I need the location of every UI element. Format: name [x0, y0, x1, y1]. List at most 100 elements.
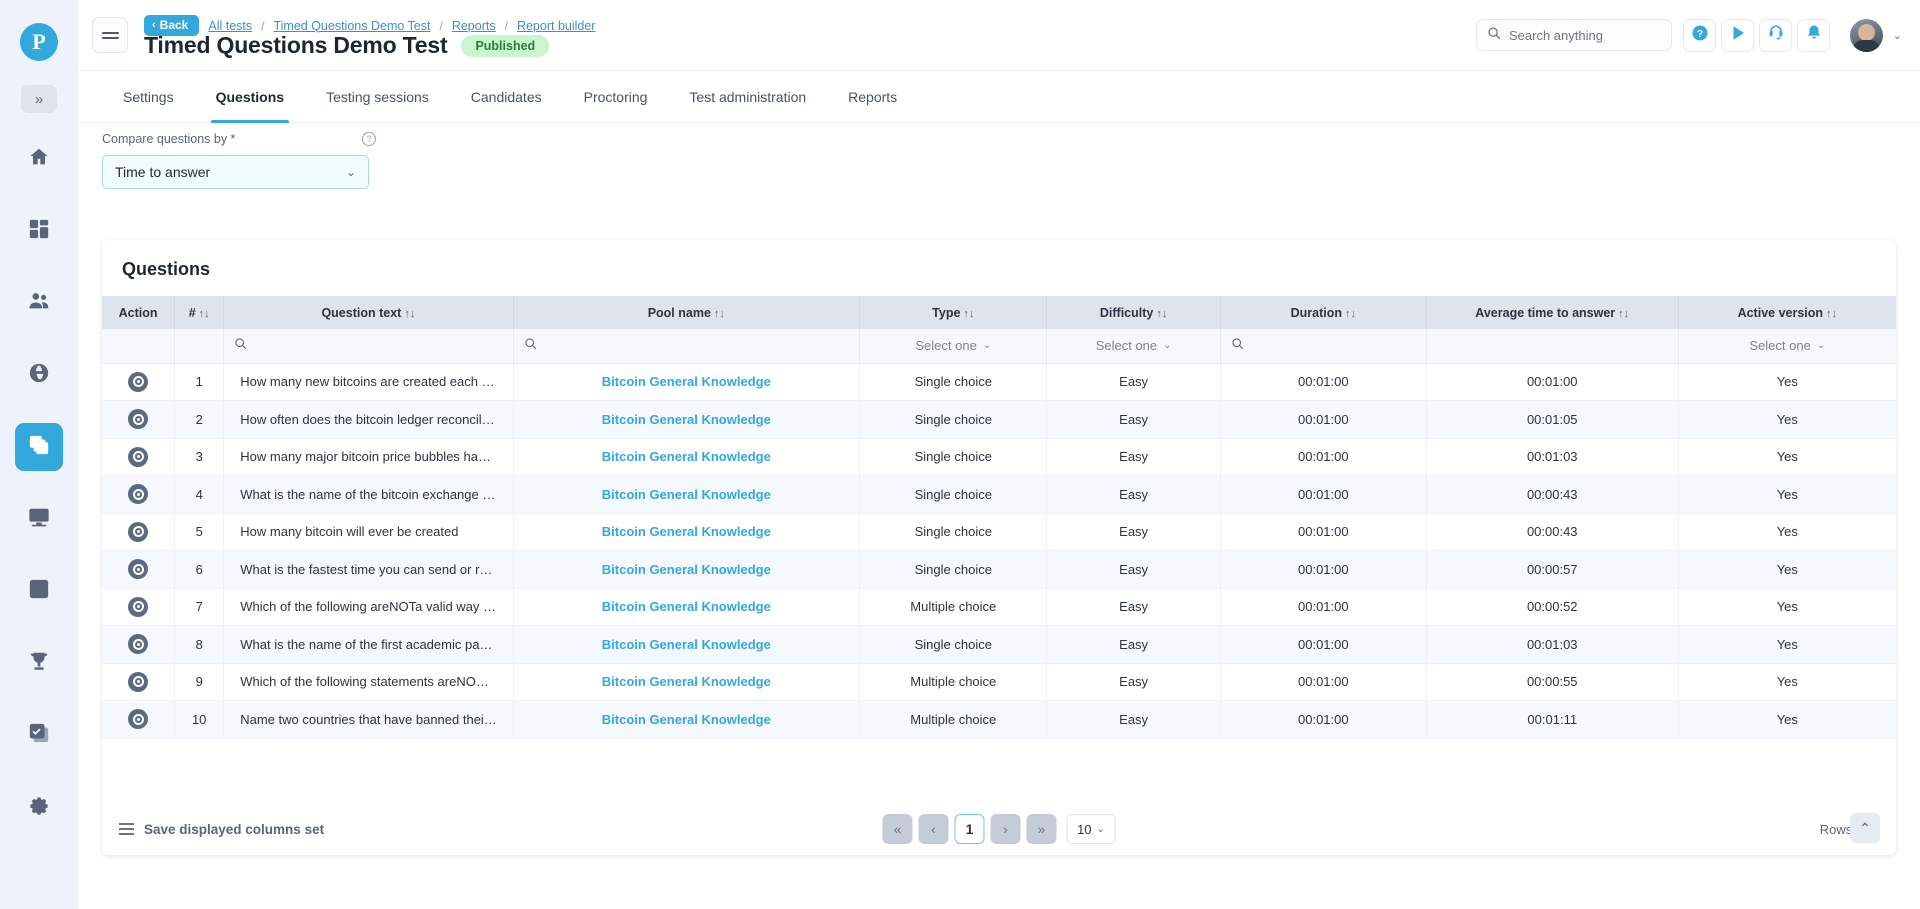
- cell-action[interactable]: [102, 438, 176, 476]
- pagination-prev[interactable]: ‹: [918, 814, 949, 844]
- cell-action[interactable]: [102, 700, 176, 739]
- col-question-text[interactable]: Question text ↑↓: [223, 296, 514, 329]
- cell-pool-name[interactable]: Bitcoin General Knowledge: [513, 475, 861, 514]
- col-number[interactable]: # ↑↓: [174, 296, 225, 329]
- cell-action[interactable]: [102, 550, 176, 589]
- preview-icon[interactable]: [128, 634, 149, 655]
- cell-pool-name[interactable]: Bitcoin General Knowledge: [513, 663, 861, 701]
- sort-icon[interactable]: ↑↓: [714, 308, 725, 320]
- pagination-last[interactable]: »: [1026, 814, 1057, 844]
- support-button[interactable]: [1759, 19, 1792, 52]
- sidebar-item-monitor[interactable]: [15, 495, 63, 543]
- global-search[interactable]: [1476, 19, 1672, 51]
- cell-pool-name[interactable]: Bitcoin General Knowledge: [513, 363, 861, 401]
- app-logo[interactable]: P: [20, 23, 58, 61]
- col-average-time[interactable]: Average time to answer ↑↓: [1426, 296, 1679, 329]
- pool-link[interactable]: Bitcoin General Knowledge: [602, 712, 771, 727]
- col-active-version[interactable]: Active version ↑↓: [1678, 296, 1896, 329]
- tab-proctoring[interactable]: Proctoring: [563, 71, 669, 122]
- sidebar-item-lists[interactable]: [15, 567, 63, 615]
- cell-pool-name[interactable]: Bitcoin General Knowledge: [513, 438, 861, 476]
- cell-pool-name[interactable]: Bitcoin General Knowledge: [513, 625, 861, 664]
- sidebar-item-users[interactable]: [15, 279, 63, 327]
- table-row[interactable]: 8 What is the name of the first academic …: [102, 625, 1896, 664]
- cell-action[interactable]: [102, 663, 176, 701]
- pool-link[interactable]: Bitcoin General Knowledge: [602, 412, 771, 427]
- scroll-to-top-button[interactable]: ⌃: [1850, 813, 1880, 843]
- filter-difficulty[interactable]: Select one ⌄: [1046, 329, 1221, 364]
- preview-icon[interactable]: [128, 409, 149, 430]
- filter-duration[interactable]: [1220, 329, 1427, 364]
- rows-per-page-select[interactable]: 10 ⌄: [1066, 814, 1116, 844]
- cell-action[interactable]: [102, 513, 176, 551]
- chevron-down-icon[interactable]: ⌄: [1893, 29, 1902, 42]
- sort-icon[interactable]: ↑↓: [199, 308, 210, 320]
- table-row[interactable]: 5 How many bitcoin will ever be created Bi…: [102, 513, 1896, 551]
- col-duration[interactable]: Duration ↑↓: [1220, 296, 1427, 329]
- breadcrumb-all-tests[interactable]: All tests: [208, 19, 252, 33]
- tab-questions[interactable]: Questions: [195, 71, 305, 123]
- table-row[interactable]: 1 How many new bitcoins are created each …: [102, 363, 1896, 401]
- pool-link[interactable]: Bitcoin General Knowledge: [602, 524, 771, 539]
- table-row[interactable]: 10 Name two countries that have banned th…: [102, 700, 1896, 739]
- tab-reports[interactable]: Reports: [827, 71, 918, 122]
- cell-pool-name[interactable]: Bitcoin General Knowledge: [513, 588, 861, 626]
- cell-pool-name[interactable]: Bitcoin General Knowledge: [513, 513, 861, 551]
- avatar[interactable]: [1850, 19, 1883, 52]
- col-type[interactable]: Type ↑↓: [859, 296, 1048, 329]
- save-displayed-columns-button[interactable]: Save displayed columns set: [119, 820, 324, 838]
- sort-icon[interactable]: ↑↓: [963, 308, 974, 320]
- table-row[interactable]: 4 What is the name of the bitcoin exchang…: [102, 475, 1896, 514]
- sort-icon[interactable]: ↑↓: [1156, 308, 1167, 320]
- sidebar-item-dashboard[interactable]: [15, 207, 63, 255]
- preview-icon[interactable]: [128, 559, 149, 580]
- table-row[interactable]: 6 What is the fastest time you can send o…: [102, 550, 1896, 589]
- tab-settings[interactable]: Settings: [102, 71, 195, 122]
- pagination-first[interactable]: «: [882, 814, 913, 844]
- pagination-next[interactable]: ›: [990, 814, 1021, 844]
- tab-testing-sessions[interactable]: Testing sessions: [305, 71, 450, 122]
- cell-pool-name[interactable]: Bitcoin General Knowledge: [513, 700, 861, 739]
- help-button[interactable]: ?: [1683, 19, 1716, 52]
- table-row[interactable]: 3 How many major bitcoin price bubbles ha…: [102, 438, 1896, 476]
- tab-test-administration[interactable]: Test administration: [668, 71, 827, 122]
- preview-icon[interactable]: [128, 484, 149, 505]
- breadcrumb-reports[interactable]: Reports: [452, 19, 496, 33]
- sort-icon[interactable]: ↑↓: [1345, 308, 1356, 320]
- pool-link[interactable]: Bitcoin General Knowledge: [602, 449, 771, 464]
- filter-type[interactable]: Select one ⌄: [859, 329, 1048, 364]
- table-row[interactable]: 2 How often does the bitcoin ledger recon…: [102, 400, 1896, 439]
- sidebar-item-globe[interactable]: [15, 351, 63, 399]
- cell-action[interactable]: [102, 625, 176, 664]
- compare-questions-select[interactable]: Time to answer ⌄: [102, 155, 369, 189]
- rail-expand-button[interactable]: »: [21, 85, 57, 113]
- sidebar-item-tests[interactable]: [15, 423, 63, 471]
- filter-pool-name[interactable]: [513, 329, 861, 364]
- preview-icon[interactable]: [128, 371, 149, 392]
- search-input[interactable]: [1509, 27, 1659, 43]
- preview-icon[interactable]: [128, 709, 149, 730]
- cell-action[interactable]: [102, 400, 176, 439]
- pool-link[interactable]: Bitcoin General Knowledge: [602, 674, 771, 689]
- sort-icon[interactable]: ↑↓: [404, 308, 415, 320]
- sidebar-item-home[interactable]: [15, 135, 63, 183]
- filter-question-text[interactable]: [223, 329, 514, 364]
- cell-pool-name[interactable]: Bitcoin General Knowledge: [513, 400, 861, 439]
- sort-icon[interactable]: ↑↓: [1826, 308, 1837, 320]
- cell-action[interactable]: [102, 363, 176, 401]
- preview-icon[interactable]: [128, 446, 149, 467]
- breadcrumb-test[interactable]: Timed Questions Demo Test: [273, 19, 430, 33]
- preview-icon[interactable]: [128, 596, 149, 617]
- sort-icon[interactable]: ↑↓: [1618, 308, 1629, 320]
- sidebar-item-settings[interactable]: [15, 783, 63, 831]
- pool-link[interactable]: Bitcoin General Knowledge: [602, 374, 771, 389]
- pool-link[interactable]: Bitcoin General Knowledge: [602, 637, 771, 652]
- col-pool-name[interactable]: Pool name ↑↓: [513, 296, 861, 329]
- tab-candidates[interactable]: Candidates: [450, 71, 563, 122]
- table-row[interactable]: 7 Which of the following areNOTa valid wa…: [102, 588, 1896, 626]
- pool-link[interactable]: Bitcoin General Knowledge: [602, 487, 771, 502]
- breadcrumb-report-builder[interactable]: Report builder: [517, 19, 596, 33]
- cell-action[interactable]: [102, 588, 176, 626]
- pool-link[interactable]: Bitcoin General Knowledge: [602, 562, 771, 577]
- filter-active-version[interactable]: Select one ⌄: [1678, 329, 1896, 364]
